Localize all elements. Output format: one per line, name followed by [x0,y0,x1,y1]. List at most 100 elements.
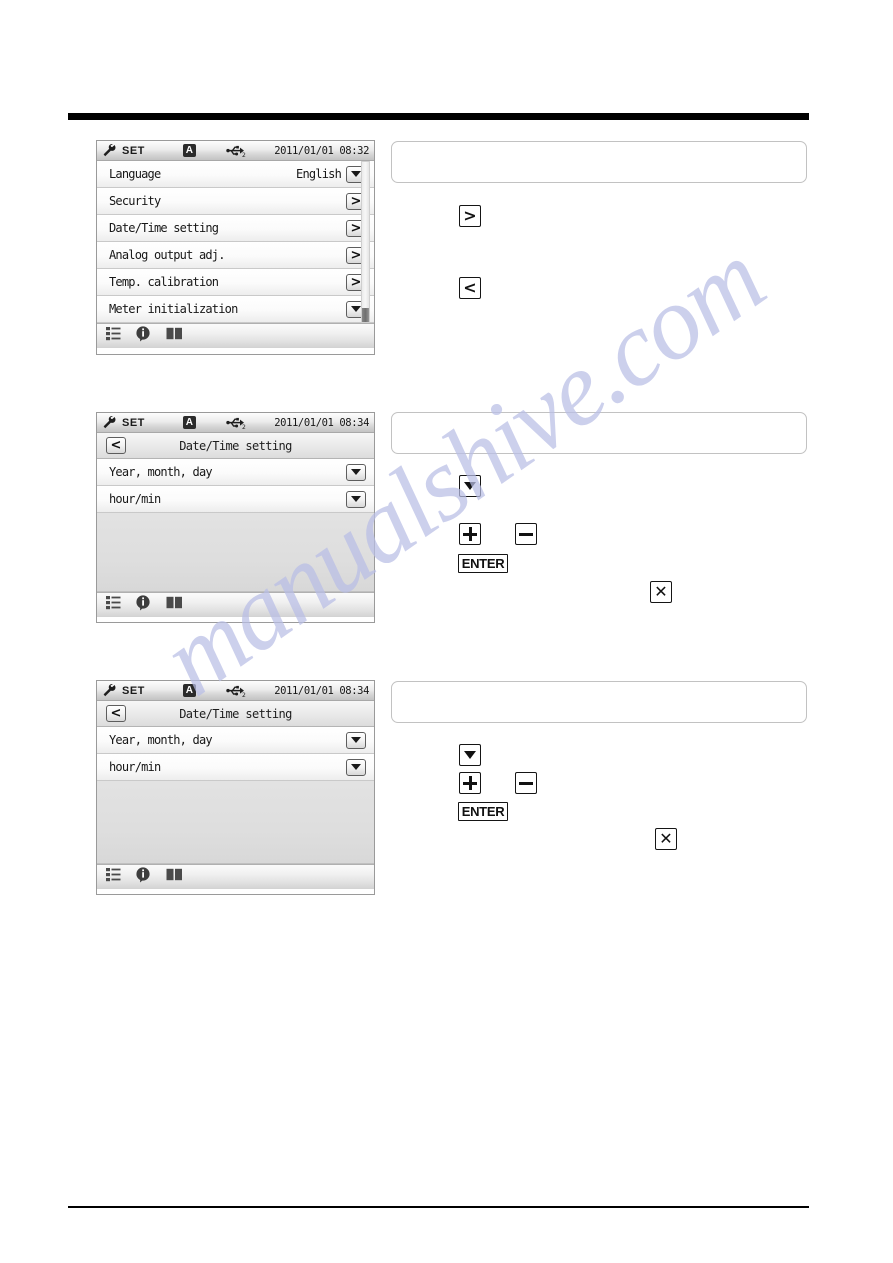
instruction-box-3 [391,681,807,723]
instruction-text [392,413,806,425]
list-item-label: Security [109,194,161,208]
status-datetime: 2011/01/01 08:34 [274,684,369,697]
triangle-down-icon [464,482,476,490]
chevron-down-icon[interactable] [346,731,366,749]
sub-header-title: Date/Time setting [179,706,292,721]
bottom-toolbar [97,592,374,617]
back-button[interactable]: < [106,705,126,722]
svg-text:2: 2 [242,152,246,158]
device-screen-date-time-1: SET A 2 2011/01/01 08:34 < Date/Time set… [96,412,375,623]
status-bar: SET A 2 2011/01/01 08:32 [97,141,374,161]
list-item[interactable]: Year, month, day [97,459,374,486]
list-empty-area [97,781,374,864]
status-mode-label: SET [122,416,145,429]
key-plus[interactable] [459,523,481,545]
sub-header-title: Date/Time setting [179,438,292,453]
list-item[interactable]: Temp. calibration > [97,269,374,296]
status-datetime: 2011/01/01 08:34 [274,416,369,429]
date-time-list: Year, month, day hour/min [97,459,374,592]
list-item[interactable]: Year, month, day [97,727,374,754]
wrench-icon [103,143,117,157]
instruction-text [392,142,806,154]
instruction-text [392,682,806,694]
status-mode-label: SET [122,684,145,697]
wrench-icon [103,683,117,697]
sub-header: < Date/Time setting [97,433,374,459]
key-close-label: ✕ [654,582,668,601]
svg-text:2: 2 [242,692,246,698]
auto-mode-badge: A [182,684,196,697]
chevron-down-icon[interactable] [346,758,366,776]
key-close[interactable]: ✕ [650,581,672,603]
list-item-value: English [296,167,342,181]
key-enter-label: ENTER [461,556,505,571]
sub-header: < Date/Time setting [97,701,374,727]
book-icon[interactable] [166,327,183,345]
instruction-box-2 [391,412,807,454]
book-icon[interactable] [166,868,183,886]
settings-list: Language English Security > Date/Time se… [97,161,374,323]
auto-mode-badge: A [182,144,196,157]
key-minus[interactable] [515,772,537,794]
list-item-label: hour/min [109,760,161,774]
key-enter-label: ENTER [461,804,505,819]
list-item[interactable]: hour/min [97,486,374,513]
status-datetime: 2011/01/01 08:32 [274,144,369,157]
plus-icon-vertical [468,776,472,790]
info-icon[interactable] [136,594,151,616]
scrollbar[interactable] [361,161,370,323]
scrollbar-thumb[interactable] [362,308,369,322]
key-right-arrow-label: > [463,206,477,225]
list-item-label: Analog output adj. [109,248,225,262]
back-button[interactable]: < [106,437,126,454]
minus-icon [519,532,533,536]
list-item[interactable]: Analog output adj. > [97,242,374,269]
list-empty-area [97,513,374,592]
device-screen-settings-menu: SET A 2 2011/01/01 08:32 Language Englis… [96,140,375,355]
list-item-label: hour/min [109,492,161,506]
list-item[interactable]: Security > [97,188,374,215]
list-item[interactable]: Date/Time setting > [97,215,374,242]
status-bar: SET A 2 2011/01/01 08:34 [97,413,374,433]
list-icon[interactable] [106,326,121,346]
bottom-toolbar [97,864,374,889]
auto-mode-badge: A [182,416,196,429]
key-plus[interactable] [459,772,481,794]
list-item-label: Year, month, day [109,465,213,479]
key-enter[interactable]: ENTER [458,802,508,821]
list-item[interactable]: hour/min [97,754,374,781]
key-left-arrow[interactable]: < [459,277,481,299]
list-item-label: Date/Time setting [109,221,219,235]
list-item[interactable]: Language English [97,161,374,188]
key-enter[interactable]: ENTER [458,554,508,573]
list-item-label: Meter initialization [109,302,238,316]
key-minus[interactable] [515,523,537,545]
minus-icon [519,781,533,785]
key-close[interactable]: ✕ [655,828,677,850]
usb-icon: 2 [226,684,246,699]
list-icon[interactable] [106,867,121,887]
wrench-icon [103,415,117,429]
list-item-label: Year, month, day [109,733,213,747]
svg-text:2: 2 [242,424,246,430]
instruction-box-1 [391,141,807,183]
info-icon[interactable] [136,325,151,347]
list-icon[interactable] [106,595,121,615]
key-down-arrow[interactable] [459,744,481,766]
date-time-list: Year, month, day hour/min [97,727,374,864]
status-bar: SET A 2 2011/01/01 08:34 [97,681,374,701]
chevron-down-icon[interactable] [346,490,366,508]
usb-icon: 2 [226,416,246,431]
list-item[interactable]: Meter initialization [97,296,374,323]
book-icon[interactable] [166,596,183,614]
key-left-arrow-label: < [463,278,477,297]
device-screen-date-time-2: SET A 2 2011/01/01 08:34 < Date/Time set… [96,680,375,895]
key-close-label: ✕ [659,829,673,848]
list-item-label: Temp. calibration [109,275,219,289]
bottom-toolbar [97,323,374,348]
usb-icon: 2 [226,144,246,159]
chevron-down-icon[interactable] [346,463,366,481]
info-icon[interactable] [136,866,151,888]
key-down-arrow[interactable] [459,475,481,497]
key-right-arrow[interactable]: > [459,205,481,227]
